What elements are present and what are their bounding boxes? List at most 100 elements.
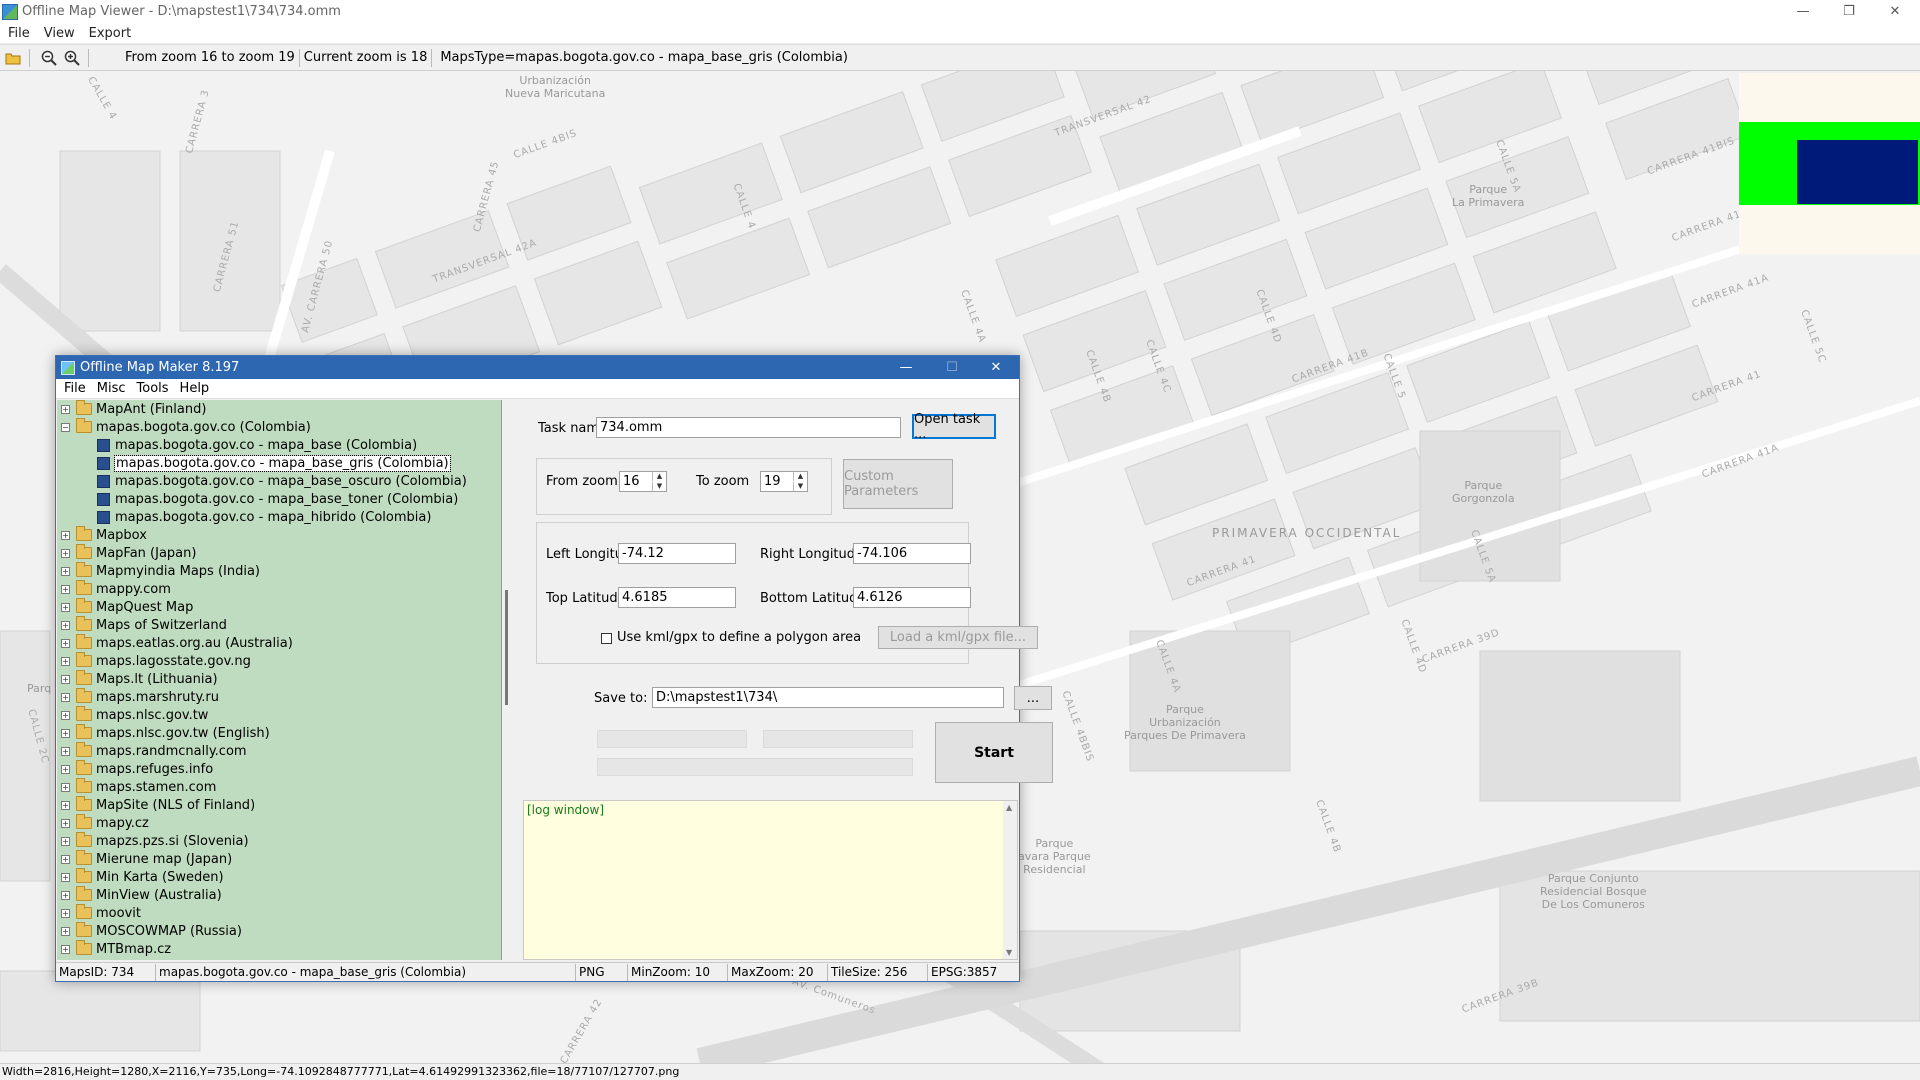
browse-button[interactable]: ... [1014, 686, 1052, 710]
right-longitude-input[interactable]: -74.106 [853, 543, 971, 564]
tree-item[interactable]: − mapas.bogota.gov.co (Colombia) [57, 418, 501, 436]
expand-icon[interactable]: + [61, 926, 70, 936]
tree-scroll-thumb[interactable] [505, 590, 508, 705]
scroll-up-icon[interactable]: ▲ [1006, 803, 1012, 812]
expand-icon[interactable]: + [61, 638, 70, 648]
expand-icon[interactable]: + [61, 584, 70, 594]
tree-item[interactable]: + maps.refuges.info [57, 760, 501, 778]
spin-down-icon[interactable]: ▼ [793, 482, 807, 491]
tree-item[interactable]: + Maps of Switzerland [57, 616, 501, 634]
bottom-latitude-input[interactable]: 4.6126 [853, 587, 971, 608]
expand-icon[interactable]: + [61, 764, 70, 774]
restore-button[interactable]: ❐ [1826, 0, 1872, 23]
tree-scrollbar[interactable] [503, 400, 512, 960]
dialog-close-button[interactable]: ✕ [973, 356, 1019, 379]
overview-minimap[interactable] [1739, 73, 1920, 254]
tree-item[interactable]: + Maps.lt (Lithuania) [57, 670, 501, 688]
tree-item[interactable]: + mappy.com [57, 580, 501, 598]
tree-item[interactable]: mapas.bogota.gov.co - mapa_base (Colombi… [57, 436, 501, 454]
collapse-icon[interactable]: − [61, 422, 70, 432]
top-latitude-input[interactable]: 4.6185 [618, 587, 736, 608]
menu-view[interactable]: View [44, 26, 75, 41]
scroll-down-icon[interactable]: ▼ [1006, 948, 1012, 957]
tree-item[interactable]: + maps.marshruty.ru [57, 688, 501, 706]
left-longitude-input[interactable]: -74.12 [618, 543, 736, 564]
use-kml-checkbox[interactable] [601, 633, 612, 644]
tree-item[interactable]: + Min Karta (Sweden) [57, 868, 501, 886]
menu-export[interactable]: Export [89, 26, 132, 41]
to-zoom-spinner[interactable]: 19 ▲ ▼ [760, 471, 808, 492]
save-to-input[interactable]: D:\mapstest1\734\ [652, 687, 1004, 708]
tree-item[interactable]: mapas.bogota.gov.co - mapa_base_oscuro (… [57, 472, 501, 490]
tree-item[interactable]: + Mierune map (Japan) [57, 850, 501, 868]
dialog-menu-misc[interactable]: Misc [97, 381, 126, 396]
tree-item[interactable]: + MapSite (NLS of Finland) [57, 796, 501, 814]
open-folder-icon[interactable] [3, 48, 23, 68]
tree-item[interactable]: + maps.randmcnally.com [57, 742, 501, 760]
spin-down-icon[interactable]: ▼ [652, 482, 666, 491]
tree-item[interactable]: + Mapmyindia Maps (India) [57, 562, 501, 580]
expand-icon[interactable]: + [61, 620, 70, 630]
expand-icon[interactable]: + [61, 746, 70, 756]
minimize-button[interactable]: — [1780, 0, 1826, 23]
tree-item[interactable]: + maps.lagosstate.gov.ng [57, 652, 501, 670]
spin-up-icon[interactable]: ▲ [652, 472, 666, 481]
tree-item[interactable]: + MapFan (Japan) [57, 544, 501, 562]
custom-parameters-button[interactable]: Custom Parameters [843, 459, 953, 509]
zoom-in-icon[interactable] [62, 48, 82, 68]
expand-icon[interactable]: + [61, 872, 70, 882]
spin-up-icon[interactable]: ▲ [793, 472, 807, 481]
tree-item[interactable]: mapas.bogota.gov.co - mapa_base_gris (Co… [57, 454, 501, 472]
tree-item[interactable]: + MinView (Australia) [57, 886, 501, 904]
expand-icon[interactable]: + [61, 404, 70, 414]
expand-icon[interactable]: + [61, 800, 70, 810]
tree-item[interactable]: + maps.eatlas.org.au (Australia) [57, 634, 501, 652]
expand-icon[interactable]: + [61, 566, 70, 576]
tree-item[interactable]: + MapQuest Map [57, 598, 501, 616]
dialog-minimize-button[interactable]: — [883, 356, 929, 379]
dialog-maximize-button[interactable]: ☐ [929, 356, 975, 379]
expand-icon[interactable]: + [61, 818, 70, 828]
expand-icon[interactable]: + [61, 836, 70, 846]
expand-icon[interactable]: + [61, 674, 70, 684]
expand-icon[interactable]: + [61, 548, 70, 558]
expand-icon[interactable]: + [61, 530, 70, 540]
tree-item[interactable]: + maps.nlsc.gov.tw [57, 706, 501, 724]
tree-item[interactable]: + mapy.cz [57, 814, 501, 832]
tree-item[interactable]: mapas.bogota.gov.co - mapa_hibrido (Colo… [57, 508, 501, 526]
tree-item[interactable]: mapas.bogota.gov.co - mapa_base_toner (C… [57, 490, 501, 508]
task-name-input[interactable]: 734.omm [596, 417, 901, 438]
tree-item[interactable]: + MOSCOWMAP (Russia) [57, 922, 501, 940]
tree-item[interactable]: + MapAnt (Finland) [57, 400, 501, 418]
start-button[interactable]: Start [935, 722, 1053, 783]
menu-file[interactable]: File [8, 26, 30, 41]
expand-icon[interactable]: + [61, 908, 70, 918]
open-task-button[interactable]: Open task ... [912, 412, 996, 442]
tree-item[interactable]: + mapzs.pzs.si (Slovenia) [57, 832, 501, 850]
expand-icon[interactable]: + [61, 854, 70, 864]
expand-icon[interactable]: + [61, 782, 70, 792]
menubar: File View Export [0, 23, 1920, 43]
expand-icon[interactable]: + [61, 728, 70, 738]
tree-item[interactable]: + MTBmap.cz [57, 940, 501, 958]
dialog-menu-tools[interactable]: Tools [137, 381, 169, 396]
dialog-menu-file[interactable]: File [64, 381, 86, 396]
dialog-menu-help[interactable]: Help [180, 381, 210, 396]
log-window[interactable]: [log window] ▲ ▼ [523, 800, 1018, 960]
expand-icon[interactable]: + [61, 944, 70, 954]
tree-item[interactable]: + maps.stamen.com [57, 778, 501, 796]
map-source-tree[interactable]: + MapAnt (Finland) − mapas.bogota.gov.co (C… [57, 400, 502, 960]
tree-item[interactable]: + moovit [57, 904, 501, 922]
expand-icon[interactable]: + [61, 602, 70, 612]
close-button[interactable]: ✕ [1872, 0, 1918, 23]
expand-icon[interactable]: + [61, 890, 70, 900]
expand-icon[interactable]: + [61, 692, 70, 702]
log-scrollbar[interactable]: ▲ ▼ [1003, 801, 1017, 959]
expand-icon[interactable]: + [61, 656, 70, 666]
tree-item[interactable]: + maps.nlsc.gov.tw (English) [57, 724, 501, 742]
expand-icon[interactable]: + [61, 710, 70, 720]
load-kml-button[interactable]: Load a kml/gpx file... [878, 626, 1038, 649]
tree-item[interactable]: + Mapbox [57, 526, 501, 544]
zoom-out-icon[interactable] [39, 48, 59, 68]
from-zoom-spinner[interactable]: 16 ▲ ▼ [619, 471, 667, 492]
